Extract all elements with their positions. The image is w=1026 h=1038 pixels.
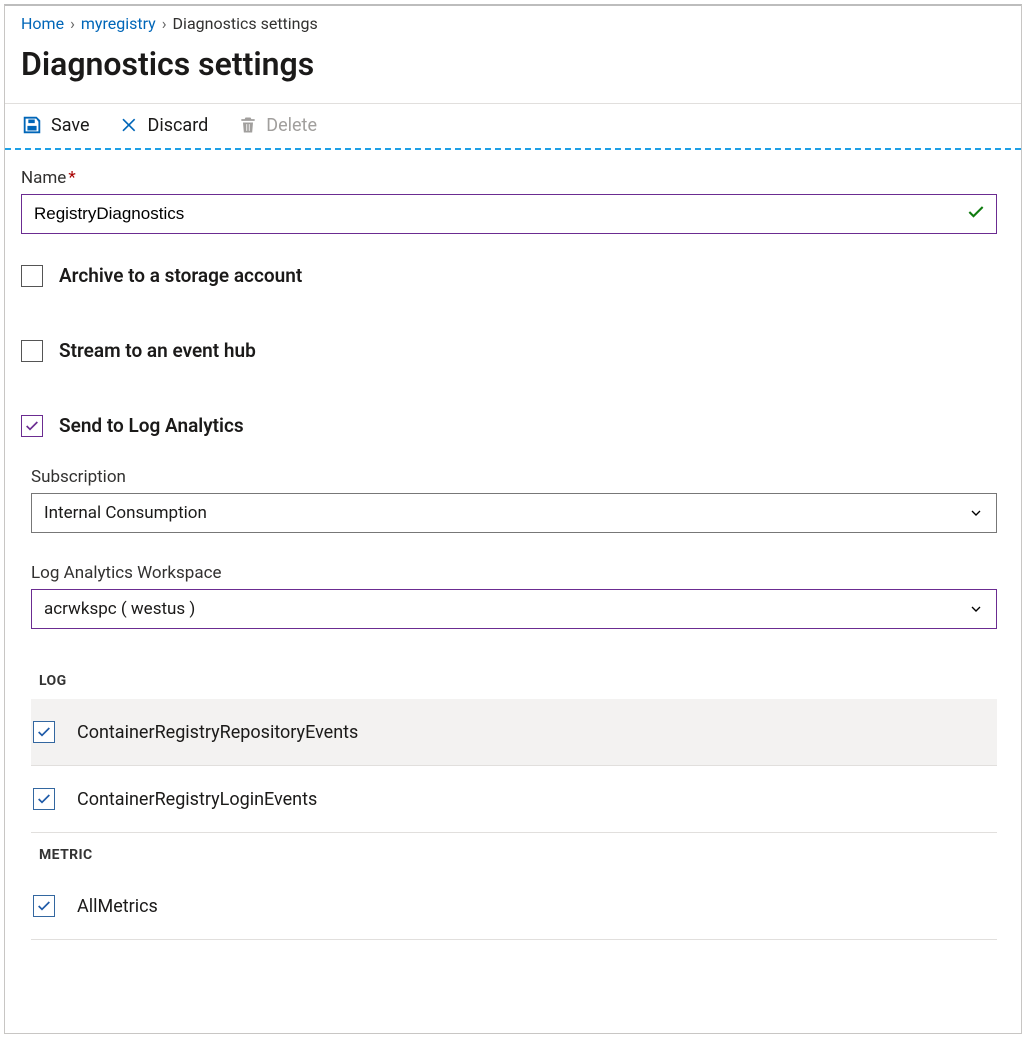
checkbox-log-analytics[interactable]: [21, 415, 43, 437]
breadcrumb-myregistry[interactable]: myregistry: [81, 14, 156, 33]
chevron-right-icon: ›: [162, 14, 167, 33]
workspace-select[interactable]: acrwkspc ( westus ): [31, 589, 997, 629]
close-icon: [120, 115, 140, 135]
breadcrumb: Home › myregistry › Diagnostics settings: [5, 6, 1021, 39]
save-button[interactable]: Save: [21, 114, 90, 136]
delete-button: Delete: [238, 115, 317, 136]
delete-label: Delete: [266, 115, 317, 136]
discard-label: Discard: [148, 115, 209, 136]
workspace-label: Log Analytics Workspace: [31, 563, 997, 583]
breadcrumb-current: Diagnostics settings: [173, 14, 318, 33]
trash-icon: [238, 115, 258, 135]
save-icon: [21, 114, 43, 136]
archive-storage-label: Archive to a storage account: [59, 264, 302, 287]
metric-category-row[interactable]: AllMetrics: [31, 873, 997, 940]
subscription-label: Subscription: [31, 467, 997, 487]
name-input[interactable]: [32, 196, 966, 232]
event-hub-label: Stream to an event hub: [59, 339, 256, 362]
chevron-down-icon: [968, 505, 984, 521]
metric-group-header: METRIC: [31, 833, 997, 873]
checkbox-event-hub[interactable]: [21, 340, 43, 362]
destination-archive-storage[interactable]: Archive to a storage account: [21, 264, 997, 287]
workspace-value: acrwkspc ( westus ): [44, 599, 195, 619]
subscription-value: Internal Consumption: [44, 503, 207, 523]
log-category-label: ContainerRegistryLoginEvents: [77, 789, 317, 810]
toolbar: Save Discard Delete: [5, 103, 1021, 150]
log-category-row[interactable]: ContainerRegistryRepositoryEvents: [31, 699, 997, 766]
log-analytics-label: Send to Log Analytics: [59, 414, 244, 437]
checkbox-log-category-1[interactable]: [33, 788, 55, 810]
metric-category-label: AllMetrics: [77, 896, 158, 917]
destination-log-analytics[interactable]: Send to Log Analytics: [21, 414, 997, 437]
chevron-right-icon: ›: [70, 14, 75, 33]
required-indicator: *: [68, 168, 75, 188]
log-group-header: LOG: [31, 659, 997, 699]
page-title: Diagnostics settings: [21, 45, 1005, 83]
checkbox-log-category-0[interactable]: [33, 721, 55, 743]
name-label: Name*: [21, 168, 997, 188]
subscription-select[interactable]: Internal Consumption: [31, 493, 997, 533]
checkbox-metric-category-0[interactable]: [33, 895, 55, 917]
log-category-row[interactable]: ContainerRegistryLoginEvents: [31, 766, 997, 833]
discard-button[interactable]: Discard: [120, 115, 209, 136]
breadcrumb-home[interactable]: Home: [21, 14, 64, 33]
chevron-down-icon: [968, 601, 984, 617]
checkbox-archive-storage[interactable]: [21, 265, 43, 287]
name-input-wrapper: [21, 194, 997, 234]
log-category-label: ContainerRegistryRepositoryEvents: [77, 722, 358, 743]
destination-event-hub[interactable]: Stream to an event hub: [21, 339, 997, 362]
check-icon: [966, 202, 986, 226]
save-label: Save: [51, 115, 90, 136]
